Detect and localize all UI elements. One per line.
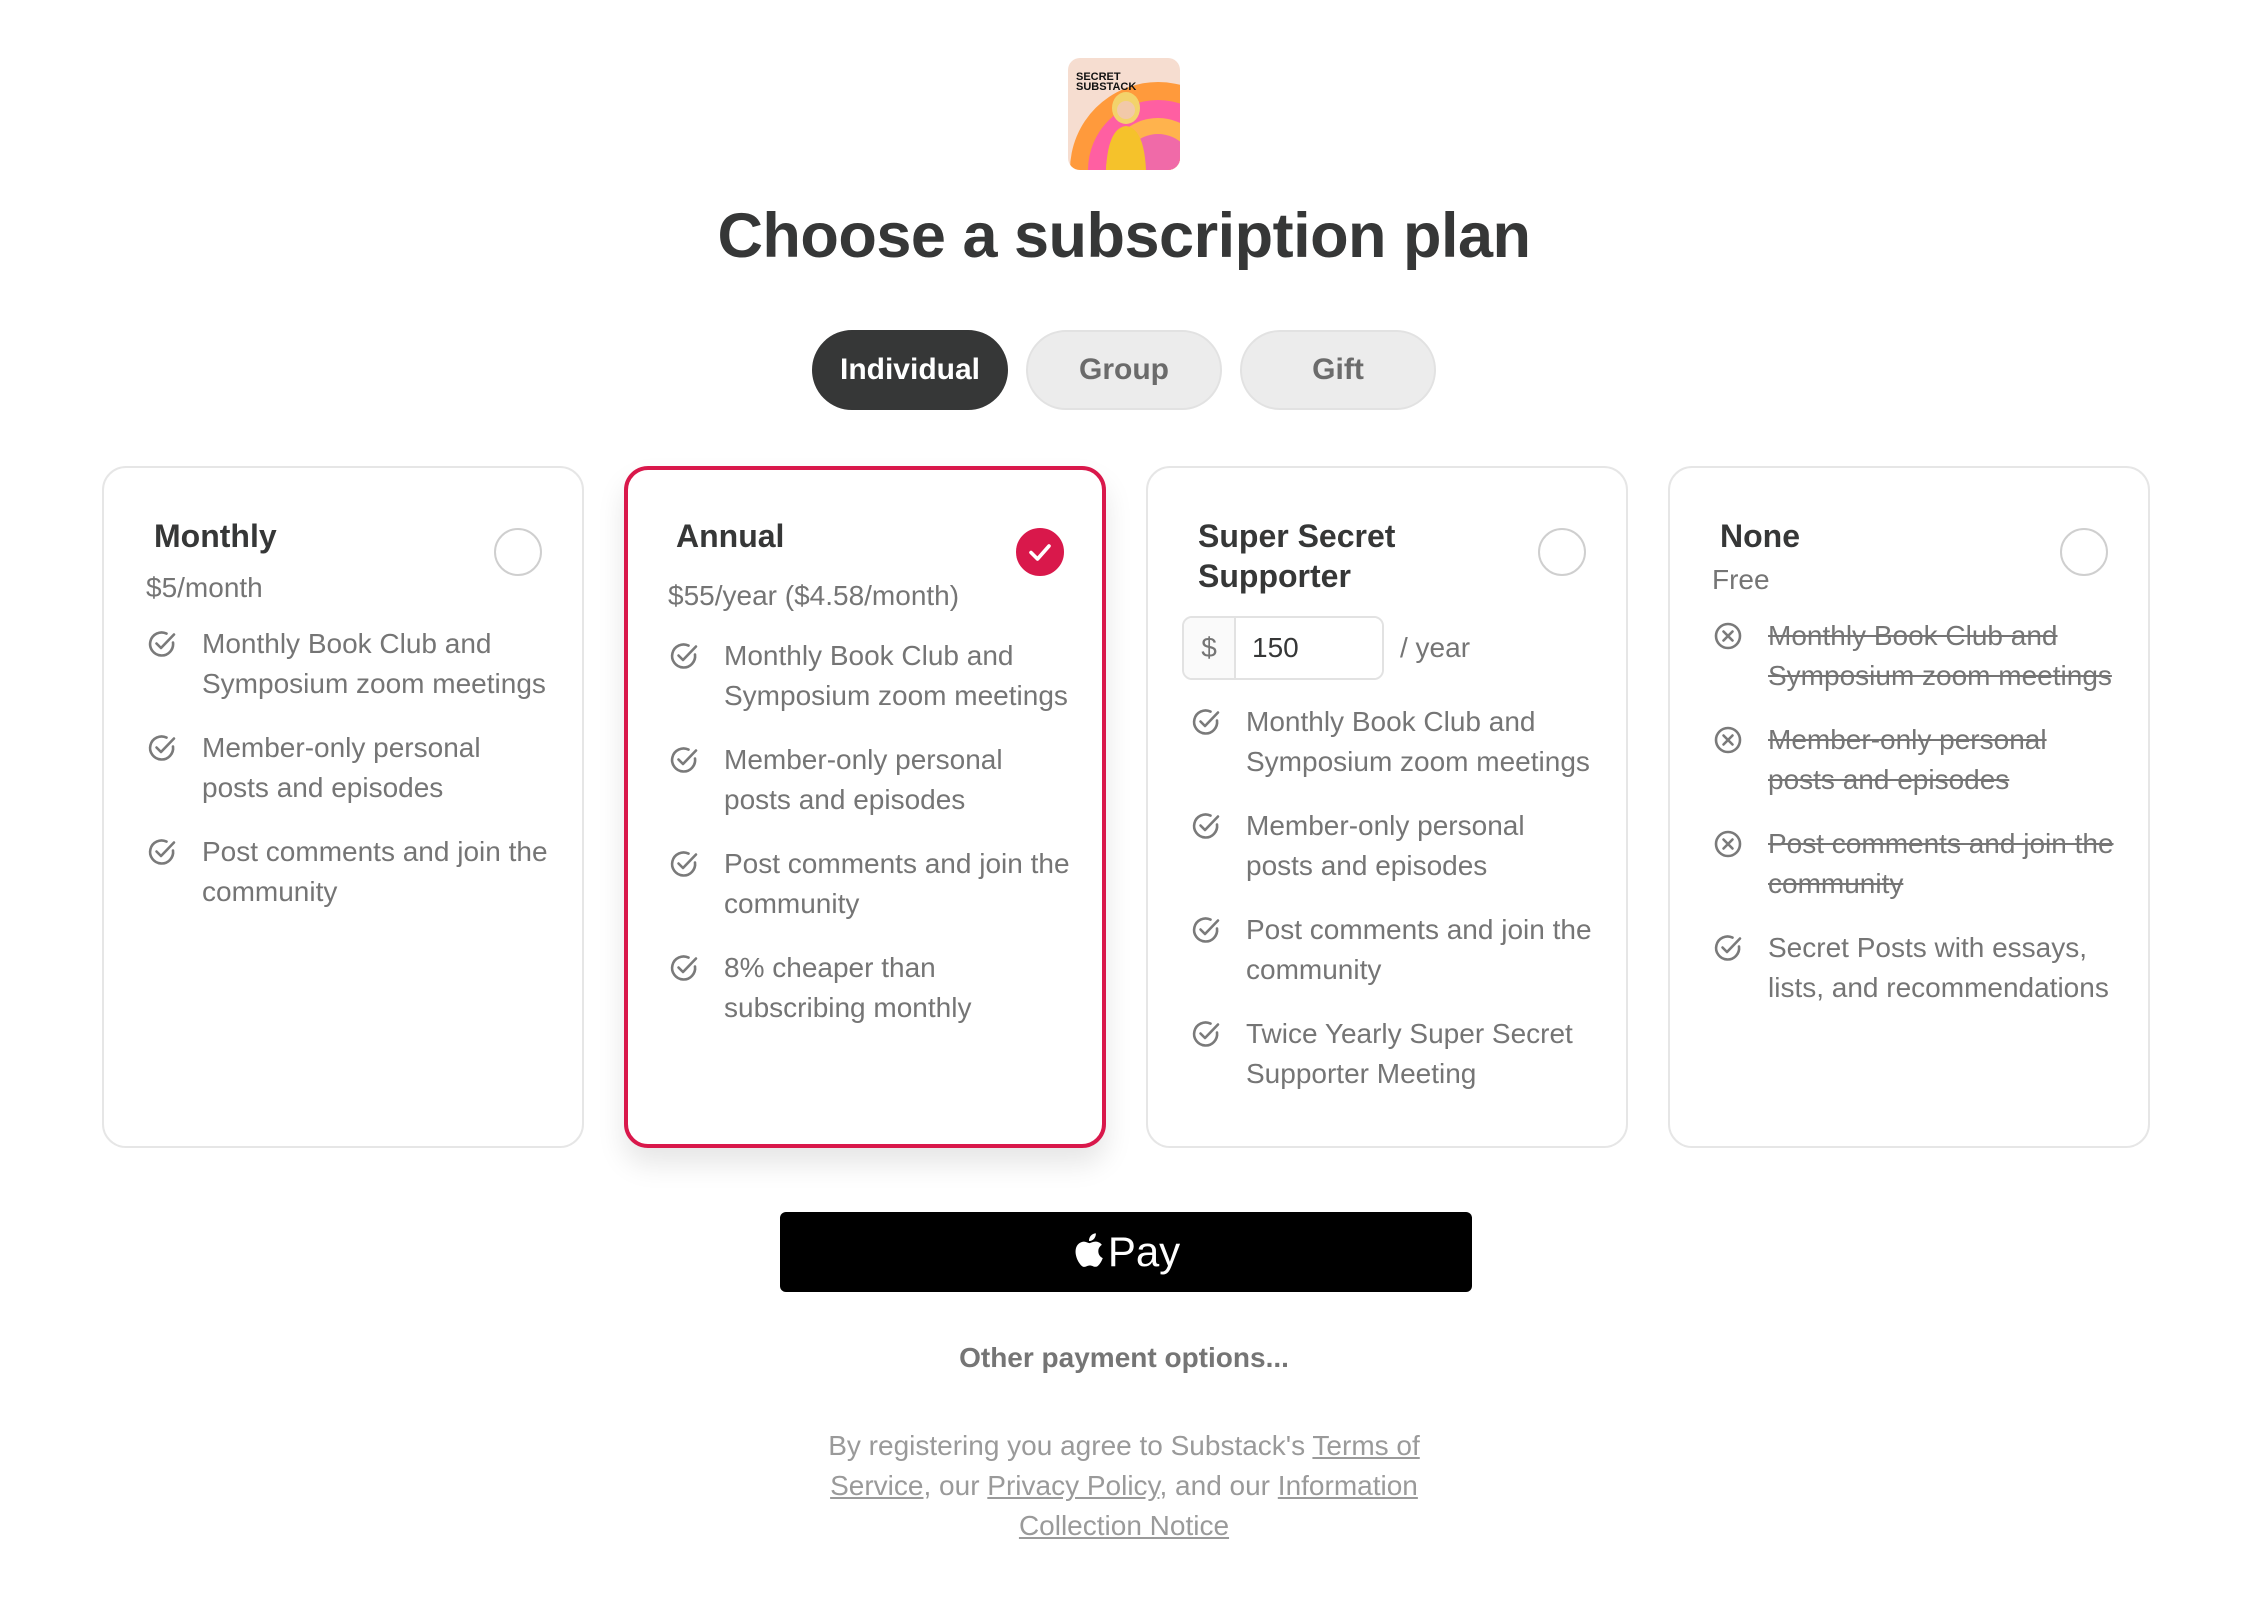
feature-list: Monthly Book Club and Symposium zoom mee… — [668, 636, 1074, 1028]
legal-prefix: By registering you agree to Substack's — [828, 1430, 1313, 1461]
feature-item: Monthly Book Club and Symposium zoom mee… — [668, 636, 1074, 716]
amount-period: / year — [1400, 632, 1471, 663]
apple-pay-button[interactable]: Pay — [780, 1212, 1472, 1292]
plan-price: $55/year ($4.58/month) — [668, 580, 960, 611]
checkmark-icon — [1029, 544, 1051, 561]
plan-title: Monthly — [154, 518, 277, 554]
privacy-policy-link[interactable]: Privacy Policy — [987, 1470, 1159, 1501]
feature-item: Secret Posts with essays, lists, and rec… — [1712, 928, 2118, 1008]
plan-card-supporter[interactable]: Super Secret Supporter $ / year Monthly … — [1146, 466, 1628, 1148]
feature-item: 8% cheaper than subscribing monthly — [668, 948, 1074, 1028]
feature-text: Secret Posts with essays, lists, and rec… — [1768, 932, 2109, 1003]
feature-text: Post comments and join the community — [724, 848, 1070, 919]
feature-list: Monthly Book Club and Symposium zoom mee… — [146, 624, 552, 912]
plan-type-tabs: Individual Group Gift — [0, 330, 2248, 410]
feature-text: Member-only personal posts and episodes — [724, 744, 1003, 815]
plan-card-annual[interactable]: Annual $55/year ($4.58/month) Monthly Bo… — [624, 466, 1106, 1148]
logo-artwork: SECRET SUBSTACK — [1068, 58, 1180, 170]
plan-radio[interactable] — [2060, 528, 2108, 576]
plan-cards: Monthly $5/month Monthly Book Club and S… — [102, 466, 2150, 1148]
feature-item: Member-only personal posts and episodes — [668, 740, 1074, 820]
tab-group[interactable]: Group — [1026, 330, 1222, 410]
x-circle-icon — [1712, 720, 1768, 760]
amount-input[interactable] — [1236, 618, 1382, 678]
feature-text: Post comments and join the community — [1768, 828, 2114, 899]
plan-radio[interactable] — [494, 528, 542, 576]
feature-text: 8% cheaper than subscribing monthly — [724, 952, 972, 1023]
legal-sep-2: , and our — [1159, 1470, 1278, 1501]
feature-item-excluded: Post comments and join the community — [1712, 824, 2118, 904]
supporter-amount-row: $ / year — [1182, 616, 1596, 680]
plan-card-monthly[interactable]: Monthly $5/month Monthly Book Club and S… — [102, 466, 584, 1148]
page-title: Choose a subscription plan — [717, 201, 1531, 271]
check-circle-icon — [668, 636, 724, 676]
check-circle-icon — [1712, 928, 1768, 968]
feature-item: Monthly Book Club and Symposium zoom mee… — [146, 624, 552, 704]
feature-item-excluded: Member-only personal posts and episodes — [1712, 720, 2118, 800]
feature-text: Member-only personal posts and episodes — [1768, 724, 2047, 795]
plan-title: Annual — [676, 518, 785, 554]
check-circle-icon — [668, 740, 724, 780]
other-payment-options-link[interactable]: Other payment options... — [0, 1342, 2248, 1374]
feature-text: Post comments and join the community — [1246, 914, 1592, 985]
feature-item: Member-only personal posts and episodes — [146, 728, 552, 808]
apple-logo-icon — [1075, 1233, 1103, 1267]
feature-text: Member-only personal posts and episodes — [202, 732, 481, 803]
feature-text: Member-only personal posts and episodes — [1246, 810, 1525, 881]
plan-card-none[interactable]: None Free Monthly Book Club and Symposiu… — [1668, 466, 2150, 1148]
feature-item: Post comments and join the community — [146, 832, 552, 912]
tab-gift[interactable]: Gift — [1240, 330, 1436, 410]
feature-item: Post comments and join the community — [1190, 910, 1596, 990]
check-circle-icon — [1190, 910, 1246, 950]
feature-text: Post comments and join the community — [202, 836, 548, 907]
check-circle-icon — [1190, 806, 1246, 846]
feature-item: Twice Yearly Super Secret Supporter Meet… — [1190, 1014, 1596, 1094]
feature-text: Monthly Book Club and Symposium zoom mee… — [1768, 620, 2112, 691]
plan-title: None — [1720, 518, 1800, 554]
legal-notice: By registering you agree to Substack's T… — [804, 1426, 1444, 1546]
publication-logo: SECRET SUBSTACK — [1068, 58, 1180, 170]
plan-price: Free — [1712, 564, 1770, 595]
feature-item: Member-only personal posts and episodes — [1190, 806, 1596, 886]
feature-list: Monthly Book Club and Symposium zoom mee… — [1712, 616, 2118, 1008]
plan-radio-checked[interactable] — [1016, 528, 1064, 576]
logo-text-2: SUBSTACK — [1076, 81, 1136, 93]
feature-item: Post comments and join the community — [668, 844, 1074, 924]
feature-text: Twice Yearly Super Secret Supporter Meet… — [1246, 1018, 1573, 1089]
feature-list: Monthly Book Club and Symposium zoom mee… — [1190, 702, 1596, 1094]
feature-text: Monthly Book Club and Symposium zoom mee… — [202, 628, 546, 699]
feature-text: Monthly Book Club and Symposium zoom mee… — [724, 640, 1068, 711]
legal-sep-1: , our — [923, 1470, 988, 1501]
x-circle-icon — [1712, 616, 1768, 656]
check-circle-icon — [146, 832, 202, 872]
subscription-page: SECRET SUBSTACK Choose a subscription pl… — [0, 0, 2248, 1612]
check-circle-icon — [668, 844, 724, 884]
plan-title: Super Secret Supporter — [1198, 518, 1396, 594]
tab-individual[interactable]: Individual — [812, 330, 1008, 410]
check-circle-icon — [1190, 702, 1246, 742]
check-circle-icon — [668, 948, 724, 988]
check-circle-icon — [1190, 1014, 1246, 1054]
check-circle-icon — [146, 728, 202, 768]
x-circle-icon — [1712, 824, 1768, 864]
plan-radio[interactable] — [1538, 528, 1586, 576]
feature-text: Monthly Book Club and Symposium zoom mee… — [1246, 706, 1590, 777]
amount-field: $ — [1182, 616, 1384, 680]
apple-pay-label: Pay — [1107, 1228, 1181, 1275]
check-circle-icon — [146, 624, 202, 664]
feature-item-excluded: Monthly Book Club and Symposium zoom mee… — [1712, 616, 2118, 696]
currency-prefix: $ — [1184, 618, 1236, 678]
feature-item: Monthly Book Club and Symposium zoom mee… — [1190, 702, 1596, 782]
plan-price: $5/month — [146, 572, 263, 603]
